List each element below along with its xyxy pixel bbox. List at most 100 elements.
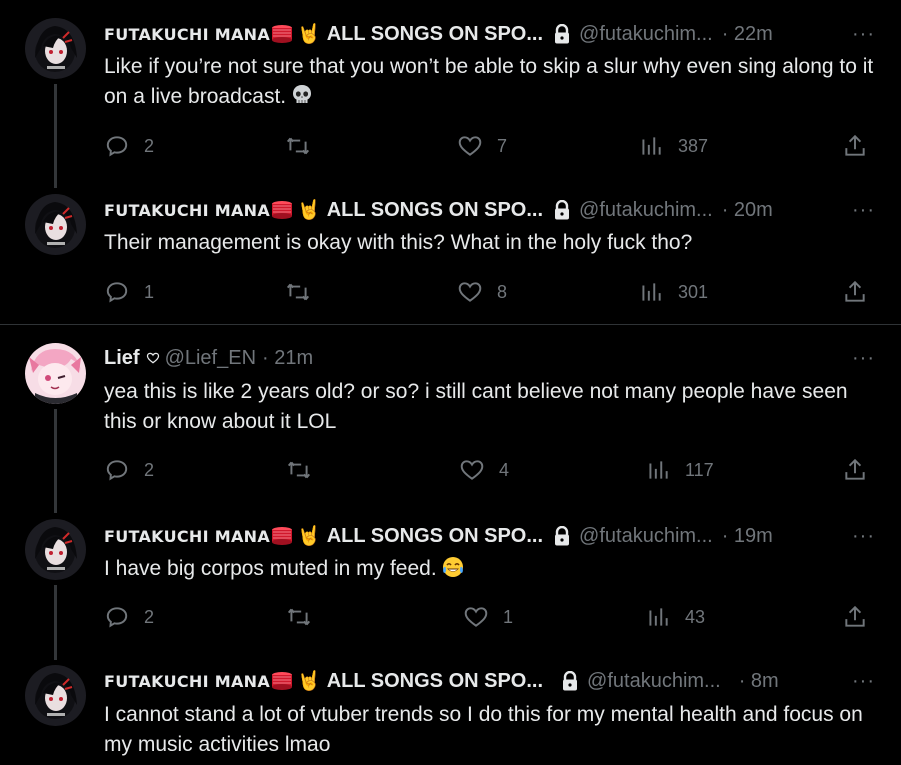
display-name[interactable]: FUTAKUCHI MANA <box>104 527 270 546</box>
retweet-icon <box>286 137 310 155</box>
handle[interactable]: @futakuchim... <box>579 525 713 548</box>
timestamp[interactable]: · 22m <box>722 23 773 46</box>
timestamp[interactable]: · 19m <box>722 525 773 548</box>
views-button[interactable]: 387 <box>638 133 708 159</box>
drum-emoji-icon <box>272 672 293 690</box>
rock-hand-emoji-icon: 🤘 <box>297 671 321 692</box>
more-options-icon[interactable]: ··· <box>852 525 875 548</box>
views-bar-chart-icon <box>649 608 668 626</box>
like-count: 4 <box>499 459 510 480</box>
avatar-futakuchi-mana[interactable] <box>25 519 86 580</box>
drum-emoji-icon <box>272 201 293 219</box>
retweet-button[interactable] <box>286 604 312 630</box>
lock-icon <box>563 671 578 691</box>
reply-button[interactable]: 1 <box>104 279 154 305</box>
timestamp[interactable]: · 8m <box>739 670 779 693</box>
view-count: 387 <box>678 135 709 156</box>
reply-icon <box>106 136 128 157</box>
more-options-icon[interactable]: ··· <box>852 670 875 693</box>
views-button[interactable]: 43 <box>645 604 705 630</box>
like-count: 8 <box>497 281 508 302</box>
retweet-button[interactable] <box>285 133 311 159</box>
reply-thread-feed: FUTAKUCHI MANA 🤘 ALL SONGS ON SPO... @fu… <box>0 0 901 765</box>
reply-count: 2 <box>144 135 155 156</box>
name-suffix[interactable]: ALL SONGS ON SPO... <box>327 525 543 548</box>
tweet-2[interactable]: FUTAKUCHI MANA 🤘 ALL SONGS ON SPO... @fu… <box>0 190 901 324</box>
more-options-icon[interactable]: ··· <box>852 347 875 370</box>
handle[interactable]: @Lief_EN <box>165 347 256 370</box>
display-name[interactable]: Lief <box>104 347 140 370</box>
view-count: 117 <box>685 459 714 480</box>
more-options-icon[interactable]: ··· <box>852 23 875 46</box>
display-name[interactable]: FUTAKUCHI MANA <box>104 25 270 44</box>
tweet-text: Like if you’re not sure that you won’t b… <box>104 52 874 112</box>
tweet-actions: 2 1 43 <box>104 604 872 630</box>
tweet-actions: 1 8 301 <box>104 279 872 305</box>
tweet-text: I have big corpos muted in my feed. <box>104 554 874 584</box>
thread-line <box>54 585 57 660</box>
avatar-futakuchi-mana[interactable] <box>25 18 86 79</box>
reply-count: 1 <box>144 281 155 302</box>
tears-of-joy-emoji-icon <box>442 557 463 577</box>
display-name[interactable]: FUTAKUCHI MANA <box>104 672 270 691</box>
views-button[interactable]: 117 <box>645 457 714 483</box>
share-button[interactable] <box>842 604 868 630</box>
reply-count: 2 <box>144 459 155 480</box>
share-button[interactable] <box>842 457 868 483</box>
like-button[interactable]: 4 <box>459 457 509 483</box>
tweet-3[interactable]: Lief @Lief_EN · 21m ··· yea this is like… <box>0 325 901 515</box>
reply-button[interactable]: 2 <box>104 604 154 630</box>
retweet-button[interactable] <box>286 457 312 483</box>
heart-icon <box>460 460 484 480</box>
retweet-icon <box>287 608 311 626</box>
display-name[interactable]: FUTAKUCHI MANA <box>104 201 270 220</box>
tweet-4[interactable]: FUTAKUCHI MANA 🤘 ALL SONGS ON SPO... @fu… <box>0 515 901 660</box>
tweet-text: yea this is like 2 years old? or so? i s… <box>104 380 848 433</box>
lock-icon <box>555 200 570 220</box>
name-suffix[interactable]: ALL SONGS ON SPO... <box>327 23 543 46</box>
timestamp[interactable]: · 21m <box>262 347 313 370</box>
reply-button[interactable]: 2 <box>104 457 154 483</box>
view-count: 301 <box>678 281 709 302</box>
name-suffix[interactable]: ALL SONGS ON SPO... <box>327 670 543 693</box>
timestamp[interactable]: · 20m <box>722 199 773 222</box>
name-suffix[interactable]: ALL SONGS ON SPO... <box>327 199 543 222</box>
views-button[interactable]: 301 <box>638 279 708 305</box>
rock-hand-emoji-icon: 🤘 <box>297 24 321 45</box>
lock-icon <box>555 24 570 44</box>
more-options-icon[interactable]: ··· <box>852 199 875 222</box>
retweet-button[interactable] <box>285 279 311 305</box>
thread-line <box>54 409 57 513</box>
like-count: 7 <box>497 135 508 156</box>
tweet-1[interactable]: FUTAKUCHI MANA 🤘 ALL SONGS ON SPO... @fu… <box>0 0 901 190</box>
heart-icon <box>458 282 482 302</box>
handle[interactable]: @futakuchim... <box>587 670 721 693</box>
handle[interactable]: @futakuchim... <box>579 199 713 222</box>
share-button[interactable] <box>842 133 868 159</box>
drum-emoji-icon <box>272 25 293 43</box>
tweet-header: FUTAKUCHI MANA 🤘 ALL SONGS ON SPO... @fu… <box>104 22 875 46</box>
drum-emoji-icon <box>272 527 293 545</box>
tweet-actions: 2 4 117 <box>104 457 872 483</box>
handle[interactable]: @futakuchim... <box>579 23 713 46</box>
tweet-text-content: Like if you’re not sure that you won’t b… <box>104 55 874 108</box>
tweet-header: Lief @Lief_EN · 21m ··· <box>104 346 875 370</box>
avatar-lief[interactable] <box>25 343 86 404</box>
lock-icon <box>555 526 570 546</box>
tweet-header: FUTAKUCHI MANA 🤘 ALL SONGS ON SPO... @fu… <box>104 198 875 222</box>
tweet-5[interactable]: FUTAKUCHI MANA 🤘 ALL SONGS ON SPO... @fu… <box>0 660 901 765</box>
like-count: 1 <box>503 606 514 627</box>
like-button[interactable]: 8 <box>457 279 507 305</box>
avatar-futakuchi-mana[interactable] <box>25 665 86 726</box>
rock-hand-emoji-icon: 🤘 <box>297 526 321 547</box>
reply-button[interactable]: 2 <box>104 133 154 159</box>
reply-icon <box>106 460 128 481</box>
share-icon <box>845 605 865 627</box>
avatar-futakuchi-mana[interactable] <box>25 194 86 255</box>
like-button[interactable]: 7 <box>457 133 507 159</box>
tweet-header: FUTAKUCHI MANA 🤘 ALL SONGS ON SPO... @fu… <box>104 524 875 548</box>
retweet-icon <box>286 283 310 301</box>
share-button[interactable] <box>842 279 868 305</box>
like-button[interactable]: 1 <box>463 604 513 630</box>
reply-icon <box>106 607 128 628</box>
